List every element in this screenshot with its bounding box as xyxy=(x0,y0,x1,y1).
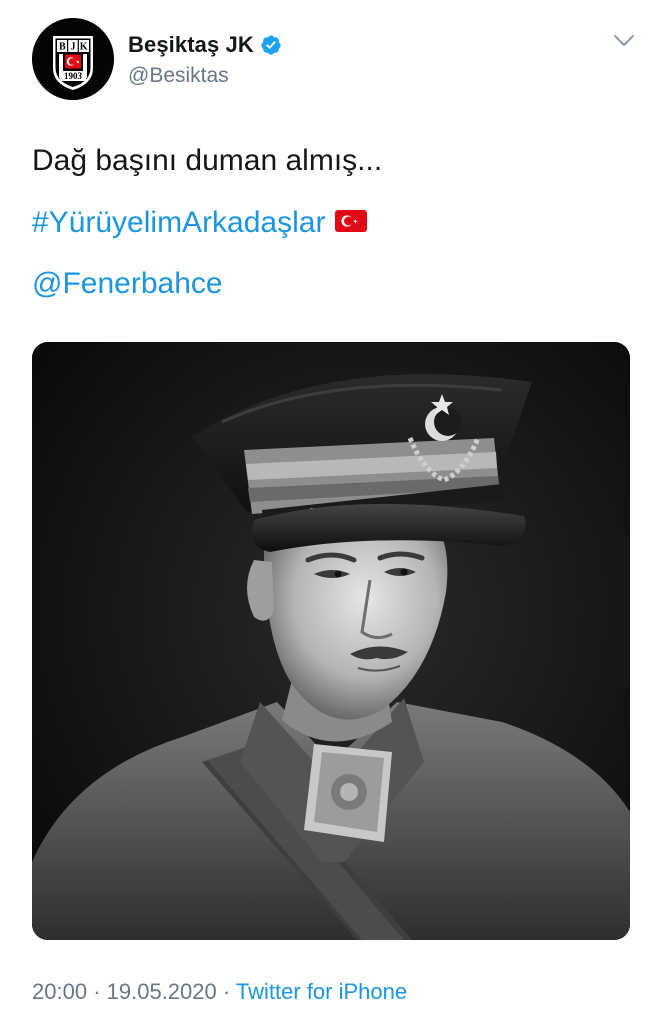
tweet-media-photo[interactable] xyxy=(32,342,630,940)
besiktas-crest-icon: B J K 1903 xyxy=(32,18,114,100)
hashtag-text[interactable]: #YürüyelimArkadaşlar xyxy=(32,206,325,239)
meta-separator: · xyxy=(222,979,231,1004)
meta-separator: · xyxy=(93,979,101,1004)
tweet-text: Dağ başını duman almış... xyxy=(32,144,383,177)
tweet-source-link[interactable]: Twitter for iPhone xyxy=(236,979,407,1004)
mention-link[interactable]: @Fenerbahce xyxy=(32,266,223,302)
chevron-down-icon[interactable] xyxy=(613,34,635,48)
tweet-meta: 20:00 · 19.05.2020 · Twitter for iPhone xyxy=(32,978,407,1006)
crest-letter-j: J xyxy=(71,42,76,53)
display-name[interactable]: Beşiktaş JK xyxy=(128,32,254,58)
name-row: Beşiktaş JK xyxy=(128,32,282,58)
user-handle[interactable]: @Besiktas xyxy=(128,64,229,88)
tweet-time[interactable]: 20:00 xyxy=(32,979,87,1004)
portrait-photo xyxy=(32,342,630,940)
crest-letter-k: K xyxy=(80,42,88,53)
verified-icon xyxy=(260,34,282,56)
turkish-flag-icon xyxy=(335,210,368,233)
tweet-date[interactable]: 19.05.2020 xyxy=(107,979,217,1004)
crest-year: 1903 xyxy=(64,71,83,81)
crest-letter-b: B xyxy=(59,42,66,53)
avatar[interactable]: B J K 1903 xyxy=(32,18,114,100)
tweet-header: B J K 1903 Beşiktaş JK @Besiktas xyxy=(32,18,635,100)
hashtag-link[interactable]: #YürüyelimArkadaşlar xyxy=(32,205,368,241)
